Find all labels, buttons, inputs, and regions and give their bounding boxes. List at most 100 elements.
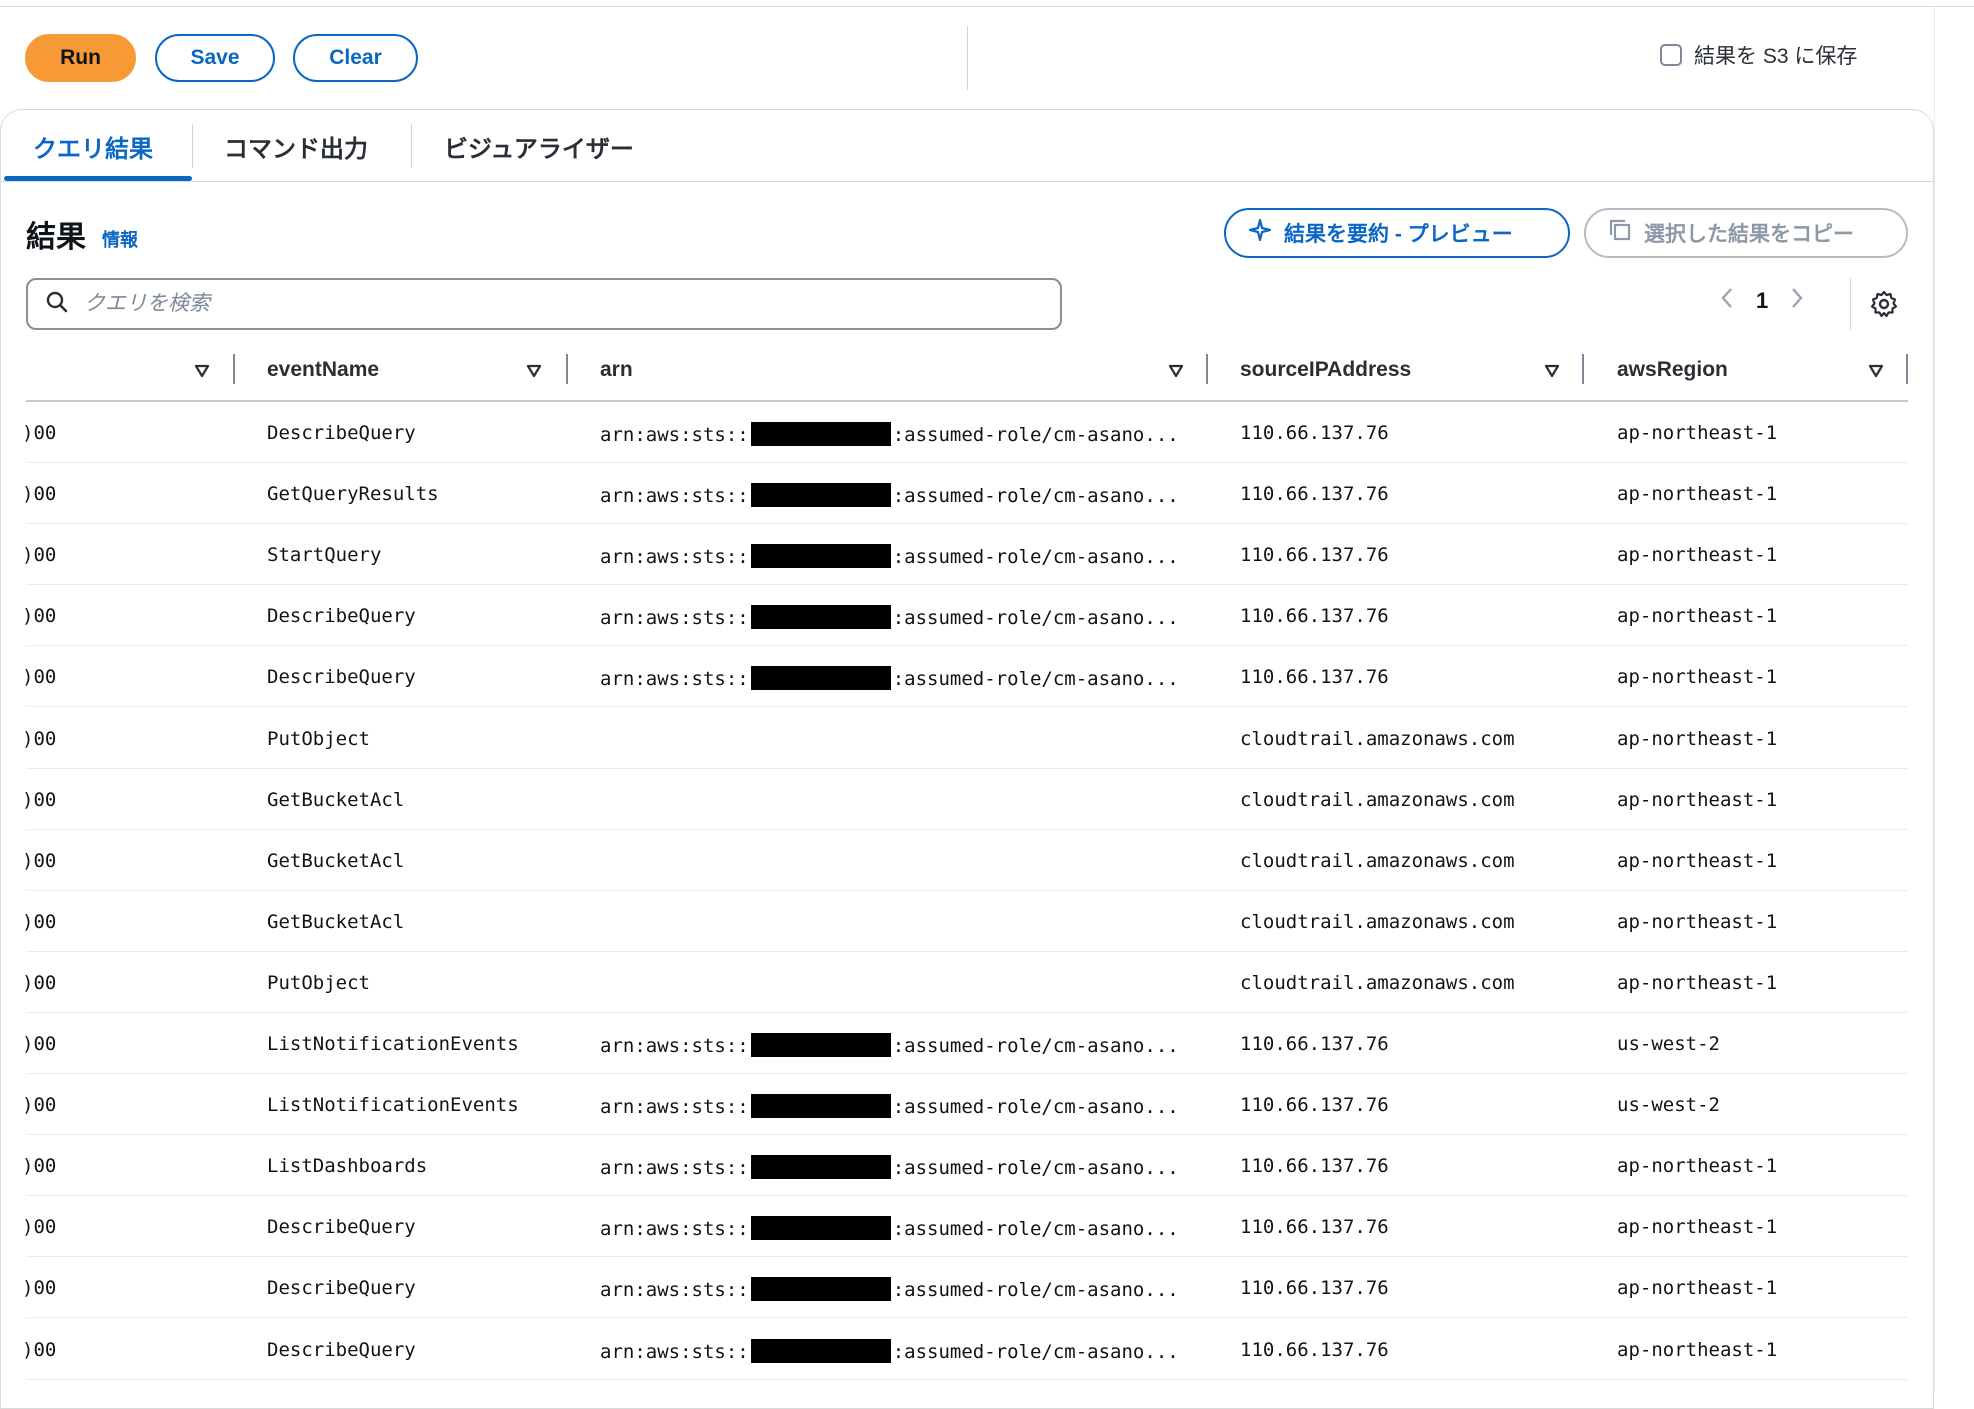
tab-command-output[interactable]: コマンド出力 [224, 129, 368, 164]
arn-prefix: arn:aws:sts:: [600, 485, 749, 508]
table-row[interactable]: )00 PutObject cloudtrail.amazonaws.com ap-n… [22, 708, 1908, 769]
redacted-account-id [750, 422, 891, 446]
info-link[interactable]: 情報 [102, 226, 138, 252]
table-row[interactable]: )00 GetBucketAcl cloudtrail.amazonaws.com a… [22, 891, 1908, 952]
cell-truncated-column: )00 [22, 910, 57, 933]
table-row[interactable]: )00 ListNotificationEvents arn:aws:sts:::a… [22, 1074, 1908, 1136]
gear-icon[interactable] [1870, 290, 1898, 323]
summarize-results-button[interactable]: 結果を要約 - プレビュー [1224, 208, 1570, 258]
tab-query-results[interactable]: クエリ結果 [33, 129, 153, 164]
column-resizer[interactable] [1582, 354, 1584, 384]
cell-awsregion: ap-northeast-1 [1617, 666, 1778, 689]
search-input[interactable] [82, 291, 1046, 317]
cell-eventname: GetBucketAcl [267, 788, 405, 811]
table-row[interactable]: )00 GetBucketAcl cloudtrail.amazonaws.com a… [22, 830, 1908, 891]
column-header-awsregion[interactable]: awsRegion [1617, 358, 1728, 382]
cell-truncated-column: )00 [22, 849, 57, 872]
table-row[interactable]: )00 GetBucketAcl cloudtrail.amazonaws.com a… [22, 769, 1908, 830]
cell-awsregion: ap-northeast-1 [1617, 1338, 1778, 1361]
save-button[interactable]: Save [155, 34, 275, 82]
cell-awsregion: us-west-2 [1617, 1033, 1720, 1055]
table-row[interactable]: )00 DescribeQuery arn:aws:sts:::assumed-ro… [22, 1257, 1908, 1319]
cell-eventname: DescribeQuery [267, 1277, 416, 1300]
cell-eventname: ListNotificationEvents [267, 1033, 519, 1055]
arn-suffix: :assumed-role/cm-asano... [892, 1157, 1179, 1180]
checkbox-box[interactable] [1660, 44, 1682, 66]
table-header: eventName arn sourceIPAddress awsRegion [26, 350, 1908, 400]
tab-divider [192, 124, 193, 168]
column-resizer[interactable] [233, 354, 235, 384]
table-row[interactable]: )00 GetQueryResults arn:aws:sts:::assumed-… [22, 463, 1908, 525]
sort-down-icon[interactable] [194, 364, 210, 383]
arn-suffix: :assumed-role/cm-asano... [892, 546, 1179, 569]
arn-suffix: :assumed-role/cm-asano... [892, 607, 1179, 630]
arn-prefix: arn:aws:sts:: [600, 1035, 749, 1057]
cell-sourceipaddress: 110.66.137.76 [1240, 422, 1389, 444]
tab-visualizer[interactable]: ビジュアライザー [444, 129, 634, 164]
cell-sourceipaddress: cloudtrail.amazonaws.com [1240, 849, 1515, 872]
redacted-account-id [750, 1094, 891, 1119]
cell-eventname: ListNotificationEvents [267, 1094, 519, 1117]
table-row[interactable]: )00 ListNotificationEvents arn:aws:sts:::a… [22, 1013, 1908, 1074]
redacted-account-id [750, 1155, 891, 1180]
cell-truncated-column: )00 [22, 483, 57, 506]
summarize-results-label: 結果を要約 - プレビュー [1284, 223, 1513, 246]
toolbar-divider [967, 26, 968, 90]
column-resizer[interactable] [1906, 354, 1908, 384]
query-search-box[interactable] [26, 278, 1062, 330]
column-header-sourceipaddress[interactable]: sourceIPAddress [1240, 358, 1411, 382]
column-header-eventname[interactable]: eventName [267, 358, 379, 382]
cell-truncated-column: )00 [22, 1338, 57, 1361]
sort-down-icon[interactable] [1544, 364, 1560, 383]
cell-truncated-column: )00 [22, 788, 57, 811]
cell-awsregion: us-west-2 [1617, 1094, 1720, 1117]
cell-truncated-column: )00 [22, 1277, 57, 1300]
table-row[interactable]: )00 DescribeQuery arn:aws:sts:::assumed-ro… [22, 585, 1908, 647]
column-header-arn[interactable]: arn [600, 358, 633, 382]
cell-eventname: DescribeQuery [267, 666, 416, 689]
cell-sourceipaddress: 110.66.137.76 [1240, 1155, 1389, 1178]
table-row[interactable]: )00 DescribeQuery arn:aws:sts:::assumed-ro… [22, 402, 1908, 463]
cell-awsregion: ap-northeast-1 [1617, 422, 1778, 444]
column-resizer[interactable] [1206, 354, 1208, 384]
arn-prefix: arn:aws:sts:: [600, 424, 749, 446]
redacted-account-id [750, 1277, 891, 1302]
sort-down-icon[interactable] [1868, 364, 1884, 383]
cell-sourceipaddress: 110.66.137.76 [1240, 666, 1389, 689]
table-row[interactable]: )00 DescribeQuery arn:aws:sts:::assumed-ro… [22, 1196, 1908, 1258]
cell-arn: arn:aws:sts:::assumed-role/cm-asano... [600, 1277, 1179, 1302]
table-row[interactable]: )00 DescribeQuery arn:aws:sts:::assumed-ro… [22, 1319, 1908, 1380]
save-to-s3-checkbox[interactable]: 結果を S3 に保存 [1660, 40, 1857, 70]
cell-sourceipaddress: cloudtrail.amazonaws.com [1240, 910, 1515, 933]
arn-suffix: :assumed-role/cm-asano... [892, 424, 1179, 446]
cell-truncated-column: )00 [22, 605, 57, 628]
cell-awsregion: ap-northeast-1 [1617, 727, 1778, 750]
cell-sourceipaddress: cloudtrail.amazonaws.com [1240, 971, 1515, 994]
cell-arn: arn:aws:sts:::assumed-role/cm-asano... [600, 605, 1179, 630]
table-row[interactable]: )00 PutObject cloudtrail.amazonaws.com ap-n… [22, 952, 1908, 1013]
arn-prefix: arn:aws:sts:: [600, 1340, 749, 1363]
cell-arn: arn:aws:sts:::assumed-role/cm-asano... [600, 1338, 1179, 1363]
table-row[interactable]: )00 DescribeQuery arn:aws:sts:::assumed-ro… [22, 646, 1908, 708]
arn-prefix: arn:aws:sts:: [600, 1157, 749, 1180]
cell-sourceipaddress: 110.66.137.76 [1240, 1277, 1389, 1300]
cell-truncated-column: )00 [22, 971, 57, 994]
cell-eventname: GetBucketAcl [267, 910, 405, 933]
table-row[interactable]: )00 ListDashboards arn:aws:sts:::assumed-r… [22, 1135, 1908, 1197]
run-button[interactable]: Run [25, 34, 136, 82]
clear-button[interactable]: Clear [293, 34, 418, 82]
cell-truncated-column: )00 [22, 422, 57, 444]
current-page-number[interactable]: 1 [1756, 288, 1768, 314]
table-row[interactable]: )00 StartQuery arn:aws:sts:::assumed-role/… [22, 524, 1908, 586]
sort-down-icon[interactable] [1168, 364, 1184, 383]
arn-prefix: arn:aws:sts:: [600, 546, 749, 569]
sort-down-icon[interactable] [526, 364, 542, 383]
cell-arn: arn:aws:sts:::assumed-role/cm-asano... [600, 422, 1179, 446]
query-toolbar: Run Save Clear 結果を S3 に保存 [0, 26, 1934, 90]
arn-suffix: :assumed-role/cm-asano... [892, 1035, 1179, 1057]
chevron-right-icon[interactable] [1790, 286, 1804, 316]
copy-selected-results-button[interactable]: 選択した結果をコピー [1584, 208, 1908, 258]
column-resizer[interactable] [566, 354, 568, 384]
cell-eventname: PutObject [267, 971, 370, 994]
chevron-left-icon[interactable] [1720, 286, 1734, 316]
